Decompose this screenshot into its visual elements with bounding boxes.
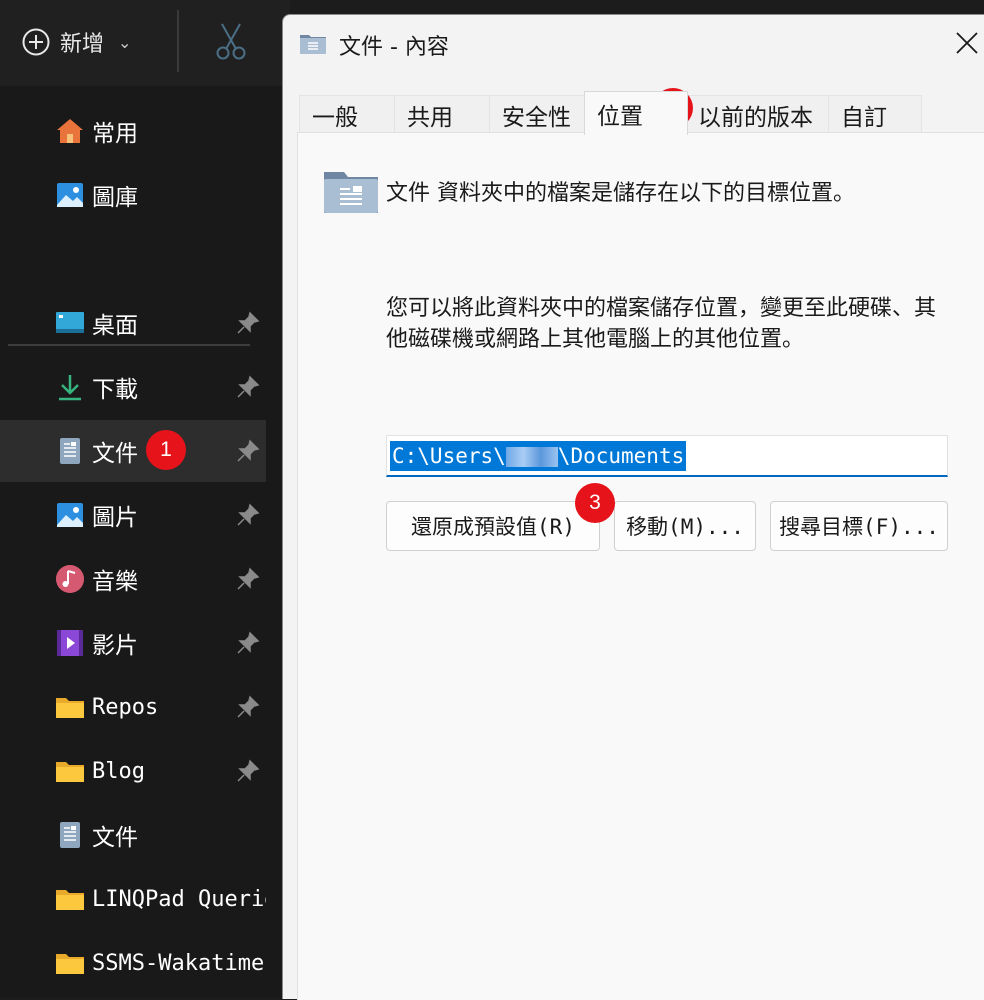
- navigation-pane: 常用 圖庫 桌面 下載 文件 圖片 音樂 影片 Repos Blog 文件 LI…: [0, 86, 282, 998]
- sidebar-item-music[interactable]: 音樂: [0, 548, 266, 610]
- gallery-icon: [57, 183, 83, 207]
- explorer-toolbar: 新增 ⌄: [0, 0, 290, 86]
- annotation-badge-1: 1: [146, 430, 186, 470]
- toolbar-divider: [177, 10, 179, 72]
- sidebar-item-repos[interactable]: Repos: [0, 676, 266, 738]
- location-heading: 文件 資料夾中的檔案是儲存在以下的目標位置。: [386, 181, 855, 206]
- sidebar-item-label: SSMS-Wakatime-4: [92, 950, 266, 976]
- sidebar-item-label: Blog: [92, 758, 145, 784]
- sidebar-item-label: 常用: [92, 121, 138, 147]
- download-icon: [59, 375, 81, 401]
- sidebar-item-linqpad-queries[interactable]: LINQPad Queries: [0, 868, 266, 930]
- pin-icon[interactable]: [236, 631, 260, 655]
- sidebar-item-label: Repos: [92, 694, 159, 720]
- tab-general[interactable]: 一般: [299, 95, 395, 133]
- location-path-input[interactable]: C:\Users\ \Documents: [386, 435, 948, 477]
- sidebar-item-documents-2[interactable]: 文件: [0, 804, 266, 866]
- location-description: 您可以將此資料夾中的檔案儲存位置，變更至此硬碟、其他磁碟機或網路上其他電腦上的其…: [386, 296, 937, 352]
- folder-icon: [56, 890, 84, 910]
- documents-folder-icon: [300, 35, 326, 54]
- sidebar-item-label: 圖片: [92, 505, 138, 531]
- tab-strip: 一般 共用 安全性 位置 以前的版本 自訂: [299, 91, 984, 135]
- sidebar-item-gallery[interactable]: 圖庫: [0, 164, 266, 226]
- sidebar-item-downloads[interactable]: 下載: [0, 356, 266, 418]
- find-target-button[interactable]: 搜尋目標(F)...: [770, 501, 948, 551]
- videos-icon: [57, 630, 83, 656]
- sidebar-item-label: 文件: [92, 825, 138, 851]
- sidebar-item-home[interactable]: 常用: [0, 100, 266, 162]
- documents-icon: [60, 822, 80, 848]
- home-icon: [57, 119, 83, 143]
- sidebar-item-pictures[interactable]: 圖片: [0, 484, 266, 546]
- scissors-icon[interactable]: [214, 22, 248, 60]
- sidebar-item-label: 文件: [92, 441, 138, 467]
- restore-default-button[interactable]: 還原成預設值(R): [386, 501, 600, 551]
- location-panel: 文件 資料夾中的檔案是儲存在以下的目標位置。 您可以將此資料夾中的檔案儲存位置，…: [297, 132, 984, 1000]
- sidebar-item-label: 影片: [92, 633, 138, 659]
- folder-icon: [56, 954, 84, 974]
- tab-previous-versions[interactable]: 以前的版本: [687, 95, 829, 133]
- plus-circle-icon: [22, 28, 50, 56]
- chevron-down-icon: ⌄: [118, 32, 132, 52]
- sidebar-item-ssms-wakatime[interactable]: SSMS-Wakatime-4: [0, 932, 266, 994]
- annotation-badge-3: 3: [575, 483, 615, 523]
- pin-icon[interactable]: [236, 503, 260, 527]
- redacted-username: [505, 447, 558, 467]
- tab-customize[interactable]: 自訂: [828, 95, 922, 133]
- close-icon[interactable]: [951, 29, 984, 59]
- sidebar-item-blog[interactable]: Blog: [0, 740, 266, 802]
- pin-icon[interactable]: [236, 311, 260, 335]
- path-prefix: C:\Users\: [392, 444, 506, 468]
- folder-icon: [56, 762, 84, 782]
- dialog-title: 文件 - 內容: [339, 35, 449, 60]
- pin-icon[interactable]: [236, 695, 260, 719]
- pin-icon[interactable]: [236, 375, 260, 399]
- tab-security[interactable]: 安全性: [489, 95, 585, 133]
- sidebar-item-documents[interactable]: 文件: [0, 420, 266, 482]
- sidebar-item-label: 音樂: [92, 569, 138, 595]
- move-button[interactable]: 移動(M)...: [614, 501, 756, 551]
- sidebar-item-label: 下載: [92, 377, 138, 403]
- sidebar-item-label: 桌面: [92, 313, 138, 339]
- tab-location[interactable]: 位置: [584, 91, 688, 135]
- dialog-titlebar: 文件 - 內容: [283, 15, 984, 73]
- pin-icon[interactable]: [236, 567, 260, 591]
- new-button-label: 新增: [60, 32, 105, 57]
- documents-icon: [60, 438, 80, 464]
- new-button[interactable]: 新增 ⌄: [22, 26, 131, 58]
- sidebar-item-videos[interactable]: 影片: [0, 612, 266, 674]
- sidebar-item-label: LINQPad Queries: [92, 886, 266, 912]
- pin-icon[interactable]: [236, 759, 260, 783]
- path-selection: C:\Users\ \Documents: [390, 441, 687, 471]
- pictures-icon: [57, 503, 83, 527]
- pin-icon[interactable]: [236, 439, 260, 463]
- folder-icon: [56, 698, 84, 718]
- desktop-icon: [56, 312, 84, 333]
- documents-folder-icon: [324, 172, 378, 213]
- path-suffix: \Documents: [557, 444, 685, 468]
- sidebar-item-label: 圖庫: [92, 185, 138, 211]
- sidebar-item-desktop[interactable]: 桌面: [0, 292, 266, 354]
- music-icon: [56, 565, 84, 593]
- tab-sharing[interactable]: 共用: [394, 95, 490, 133]
- properties-dialog: 文件 - 內容 一般 共用 安全性 位置 以前的版本 自訂 文件 資料夾中的檔案…: [282, 14, 984, 1000]
